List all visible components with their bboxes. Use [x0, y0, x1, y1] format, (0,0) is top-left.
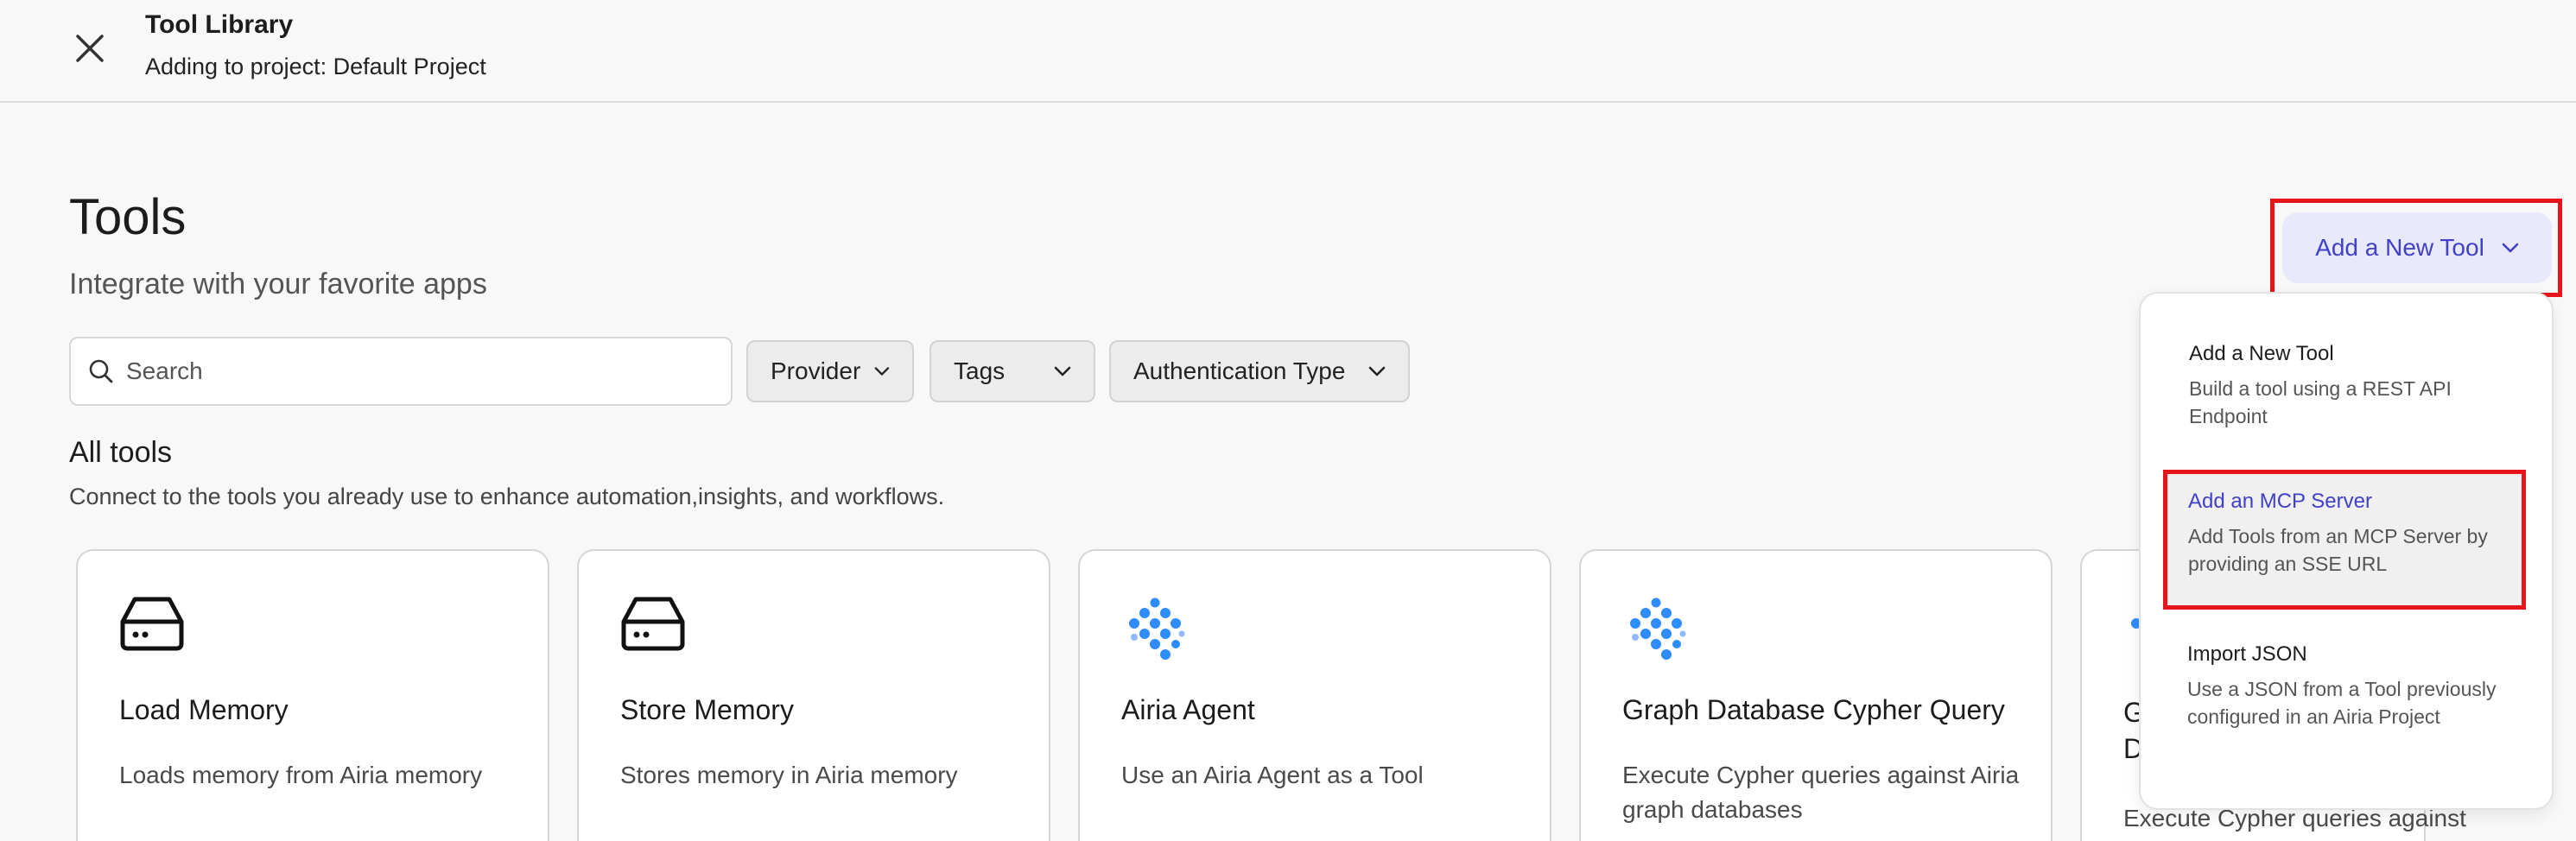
card-title: Load Memory — [119, 694, 289, 725]
airia-logo-icon — [1630, 598, 1686, 660]
drive-icon — [621, 597, 685, 651]
tool-card-load-memory[interactable]: Load Memory Loads memory from Airia memo… — [76, 549, 549, 841]
tags-filter[interactable]: Tags — [930, 340, 1095, 402]
add-new-tool-button[interactable]: Add a New Tool — [2282, 212, 2552, 283]
search-box[interactable] — [69, 337, 733, 406]
tool-card-airia-agent[interactable]: Airia Agent Use an Airia Agent as a Tool — [1078, 549, 1551, 841]
card-description: Use an Airia Agent as a Tool — [1121, 762, 1424, 788]
menu-item-add-mcp-server[interactable]: Add an MCP Server Add Tools from an MCP … — [2163, 470, 2526, 610]
chevron-down-icon — [1054, 366, 1071, 376]
auth-type-filter-label: Authentication Type — [1133, 357, 1346, 384]
card-description: Stores memory in Airia memory — [620, 762, 958, 788]
page-subtitle: Integrate with your favorite apps — [69, 268, 487, 300]
chevron-down-icon — [1368, 366, 1386, 376]
header-title: Tool Library — [145, 10, 294, 39]
add-new-tool-label: Add a New Tool — [2315, 234, 2484, 261]
close-icon — [76, 35, 104, 62]
page-title: Tools — [69, 189, 187, 245]
tool-card-graph-db-cypher[interactable]: Graph Database Cypher Query Execute Cyph… — [1579, 549, 2053, 841]
card-title: Store Memory — [620, 694, 794, 725]
chevron-down-icon — [874, 367, 890, 376]
search-icon — [89, 359, 113, 383]
menu-item-description: Add Tools from an MCP Server by providin… — [2188, 525, 2488, 575]
search-input[interactable] — [126, 357, 688, 385]
header-subtitle: Adding to project: Default Project — [145, 54, 486, 79]
menu-item-title: Add an MCP Server — [2188, 490, 2372, 513]
provider-filter-label: Provider — [771, 357, 861, 384]
tool-card-store-memory[interactable]: Store Memory Stores memory in Airia memo… — [577, 549, 1050, 841]
menu-item-description: Use a JSON from a Tool previously config… — [2187, 678, 2497, 728]
chevron-down-icon — [2502, 243, 2519, 253]
menu-item-import-json[interactable]: Import JSON Use a JSON from a Tool previ… — [2139, 635, 2554, 765]
tags-filter-label: Tags — [954, 357, 1006, 384]
auth-type-filter[interactable]: Authentication Type — [1109, 340, 1410, 402]
drive-icon — [120, 597, 184, 651]
menu-item-description: Build a tool using a REST API Endpoint — [2189, 377, 2452, 427]
top-bar: Tool Library Adding to project: Default … — [0, 0, 2576, 103]
menu-item-add-new-tool[interactable]: Add a New Tool Build a tool using a REST… — [2141, 338, 2555, 442]
card-title: Airia Agent — [1121, 694, 1255, 725]
section-subtitle: Connect to the tools you already use to … — [69, 484, 945, 509]
provider-filter[interactable]: Provider — [746, 340, 914, 402]
card-title: Graph Database Cypher Query — [1622, 694, 2005, 725]
section-title: All tools — [69, 436, 173, 469]
menu-item-title: Add a New Tool — [2189, 342, 2334, 365]
menu-item-title: Import JSON — [2187, 642, 2307, 666]
card-description: Loads memory from Airia memory — [119, 762, 483, 788]
card-description: Execute Cypher queries against Airia gra… — [1622, 762, 2020, 823]
close-button[interactable] — [67, 26, 112, 71]
airia-logo-icon — [1129, 598, 1185, 660]
